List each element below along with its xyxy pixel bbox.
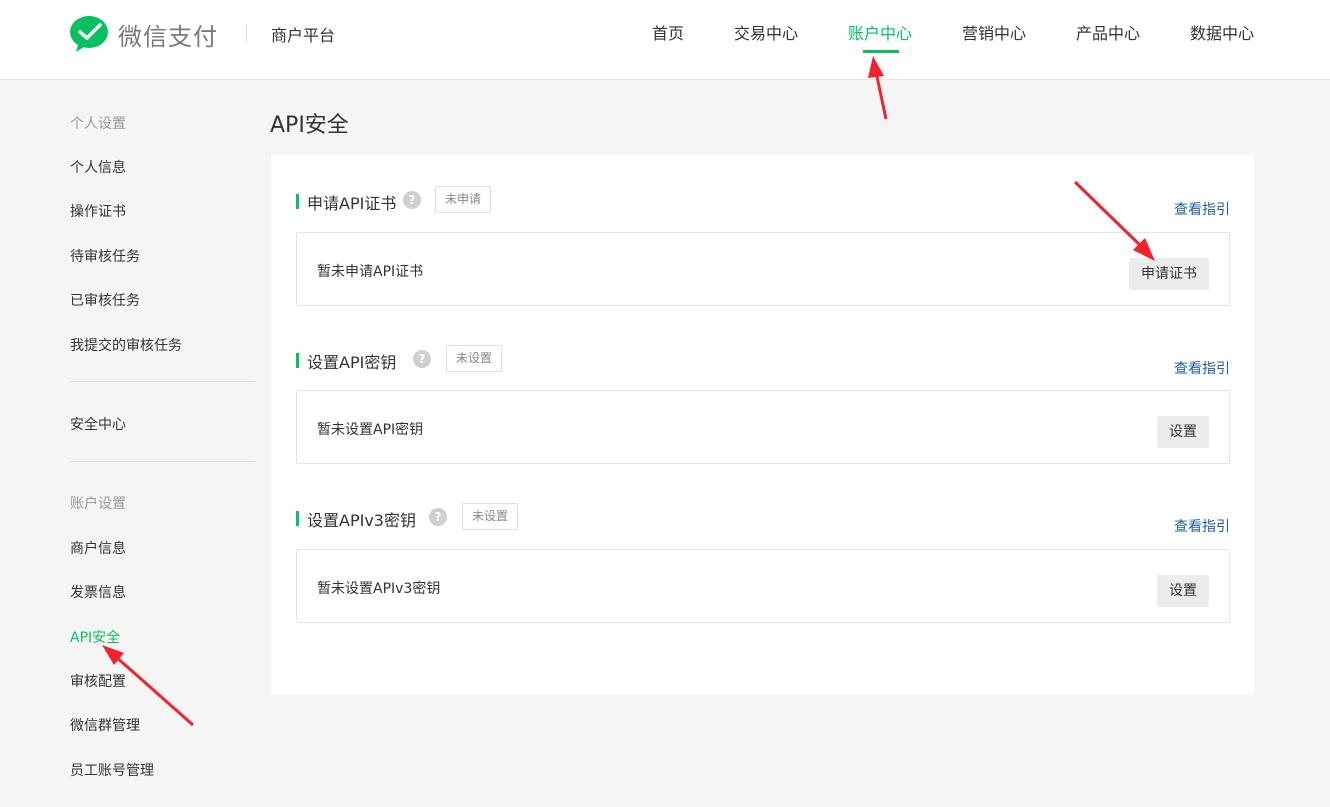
section-accent-bar <box>296 511 299 526</box>
page-title: API安全 <box>270 113 349 138</box>
set-api-key-button[interactable]: 设置 <box>1157 416 1209 448</box>
nav-trade[interactable]: 交易中心 <box>734 20 798 44</box>
apply-cert-button[interactable]: 申请证书 <box>1129 258 1209 290</box>
section-title: 设置APIv3密钥 <box>307 511 416 530</box>
view-guide-link[interactable]: 查看指引 <box>1174 516 1230 536</box>
sidebar-divider <box>70 381 255 382</box>
section-status-text: 暂未设置API密钥 <box>317 422 424 438</box>
sidebar-item-my-submitted[interactable]: 我提交的审核任务 <box>70 335 182 355</box>
status-badge: 未设置 <box>446 345 503 372</box>
section-title: 申请API证书 <box>307 194 397 213</box>
nav-data[interactable]: 数据中心 <box>1190 20 1254 44</box>
sidebar-item-review-config[interactable]: 审核配置 <box>70 671 126 691</box>
sidebar-group-personal-title: 个人设置 <box>70 116 126 132</box>
sidebar-item-merchant-info[interactable]: 商户信息 <box>70 538 126 558</box>
sidebar-item-invoice-info[interactable]: 发票信息 <box>70 582 126 602</box>
sidebar-item-security-center[interactable]: 安全中心 <box>70 414 126 434</box>
help-icon[interactable]: ? <box>403 191 421 209</box>
section-header-api-key: 设置API密钥 ? 未设置 查看指引 <box>296 345 1230 378</box>
nav-product[interactable]: 产品中心 <box>1076 20 1140 44</box>
sidebar-item-personal-info[interactable]: 个人信息 <box>70 157 126 177</box>
section-header-apiv3-key: 设置APIv3密钥 ? 未设置 查看指引 <box>296 503 1230 536</box>
top-header: 微信支付 商户平台 首页 交易中心 账户中心 营销中心 产品中心 数据中心 <box>0 0 1330 80</box>
sidebar-item-reviewed[interactable]: 已审核任务 <box>70 290 140 310</box>
top-nav: 首页 交易中心 账户中心 营销中心 产品中心 数据中心 <box>0 20 1330 60</box>
sidebar-item-operation-cert[interactable]: 操作证书 <box>70 201 126 221</box>
view-guide-link[interactable]: 查看指引 <box>1174 358 1230 378</box>
sidebar-item-api-security[interactable]: API安全 <box>70 627 120 647</box>
section-accent-bar <box>296 353 299 368</box>
nav-home[interactable]: 首页 <box>652 20 684 44</box>
status-badge: 未申请 <box>435 186 492 213</box>
section-box-api-key: 暂未设置API密钥 设置 <box>296 390 1230 464</box>
nav-marketing[interactable]: 营销中心 <box>962 20 1026 44</box>
sidebar-divider <box>70 461 255 462</box>
api-security-panel: 申请API证书 ? 未申请 查看指引 暂未申请API证书 申请证书 设置API密… <box>271 155 1254 695</box>
section-box-api-cert: 暂未申请API证书 申请证书 <box>296 232 1230 306</box>
help-icon[interactable]: ? <box>413 350 431 368</box>
section-title: 设置API密钥 <box>307 353 397 372</box>
view-guide-link[interactable]: 查看指引 <box>1174 199 1230 219</box>
set-apiv3-key-button[interactable]: 设置 <box>1157 575 1209 607</box>
sidebar-item-staff-accounts[interactable]: 员工账号管理 <box>70 760 154 780</box>
section-accent-bar <box>296 194 299 209</box>
sidebar-item-wechat-group[interactable]: 微信群管理 <box>70 715 140 735</box>
help-icon[interactable]: ? <box>429 508 447 526</box>
section-header-api-cert: 申请API证书 ? 未申请 查看指引 <box>296 186 1230 219</box>
status-badge: 未设置 <box>462 503 519 530</box>
sidebar-group-account-title: 账户设置 <box>70 496 126 512</box>
sidebar-item-pending-review[interactable]: 待审核任务 <box>70 246 140 266</box>
nav-account[interactable]: 账户中心 <box>848 20 912 44</box>
section-status-text: 暂未申请API证书 <box>317 264 424 280</box>
section-box-apiv3-key: 暂未设置APIv3密钥 设置 <box>296 549 1230 623</box>
section-status-text: 暂未设置APIv3密钥 <box>317 581 441 597</box>
nav-active-underline <box>863 50 899 53</box>
